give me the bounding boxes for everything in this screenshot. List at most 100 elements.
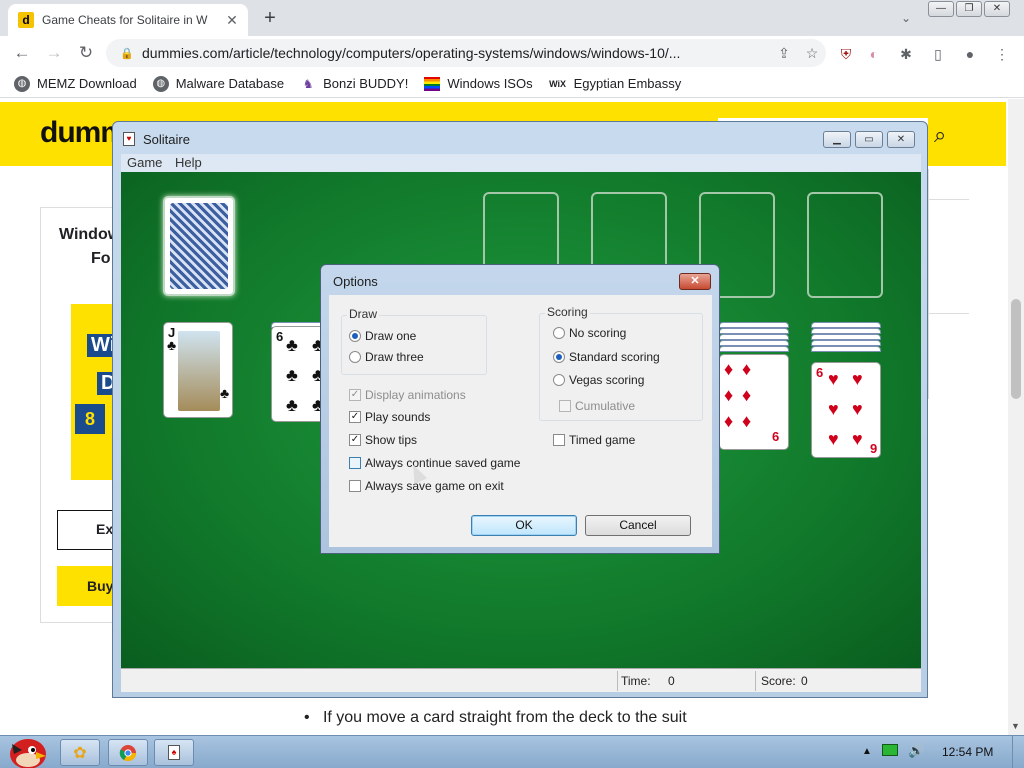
- ok-button[interactable]: OK: [471, 515, 577, 536]
- menu-game[interactable]: Game: [127, 155, 162, 170]
- solitaire-minimize-button[interactable]: ▁: [823, 131, 851, 148]
- no-scoring-radio[interactable]: No scoring: [553, 326, 626, 340]
- forward-button[interactable]: →: [42, 41, 66, 65]
- draw-one-radio[interactable]: Draw one: [349, 329, 416, 343]
- taskbar-explorer-button[interactable]: ✿: [60, 739, 100, 766]
- radio-selected-icon: [553, 351, 565, 363]
- menu-kebab-icon[interactable]: ⋮: [992, 44, 1012, 64]
- card-suit: ♥: [828, 369, 839, 389]
- angry-bird-start-icon: [10, 739, 46, 768]
- taskbar: ✿ ♠ ▲ 🔊 12:54 PM: [0, 735, 1024, 768]
- scroll-down-icon[interactable]: ▼: [1011, 721, 1020, 731]
- card-suit: ♣: [286, 335, 298, 355]
- side-panel-icon[interactable]: ▯: [928, 44, 948, 64]
- menu-help[interactable]: Help: [175, 155, 202, 170]
- card-suit: ♥: [852, 429, 863, 449]
- card-suit: ♥: [828, 399, 839, 419]
- bonzi-icon: ♞: [302, 76, 314, 91]
- new-tab-button[interactable]: +: [258, 6, 282, 30]
- right-column: [928, 169, 969, 399]
- stock-pile[interactable]: [163, 196, 235, 296]
- always-save-game-on-exit-checkbox[interactable]: Always save game on exit: [349, 479, 504, 493]
- card-suit: ♥: [852, 369, 863, 389]
- checkbox-label: Show tips: [365, 433, 418, 447]
- bookmark-windows-isos[interactable]: Windows ISOs: [424, 76, 533, 91]
- timed-game-checkbox[interactable]: Timed game: [553, 433, 635, 447]
- checkbox-checked-icon: ✓: [349, 411, 361, 423]
- standard-scoring-radio[interactable]: Standard scoring: [553, 350, 660, 364]
- checkbox-checked-icon: ✓: [349, 434, 361, 446]
- tab-strip: d Game Cheats for Solitaire in W ✕ + ⌄ —…: [0, 0, 1024, 36]
- card-rank: 6: [772, 429, 780, 444]
- show-desktop-button[interactable]: [1012, 736, 1024, 768]
- promo-subtitle: Fo: [91, 250, 111, 267]
- solitaire-titlebar[interactable]: ♥ Solitaire ▁ ▭ ✕: [113, 122, 927, 154]
- card-suit: ♦: [742, 385, 752, 405]
- card-suit: ♣: [167, 337, 177, 353]
- card-six-diamonds[interactable]: ♦ ♦ ♦ ♦ ♦ ♦ 6: [719, 354, 789, 450]
- article-text: If you move a card straight from the dec…: [322, 709, 687, 726]
- browser-tab[interactable]: d Game Cheats for Solitaire in W ✕: [8, 4, 248, 36]
- bookmark-egyptian-embassy[interactable]: WiX Egyptian Embassy: [549, 76, 682, 92]
- solitaire-title: Solitaire: [143, 132, 190, 147]
- checkbox-unchecked-icon: [349, 457, 361, 469]
- restore-button[interactable]: ❐: [956, 1, 982, 17]
- radio-label: Standard scoring: [569, 350, 660, 364]
- share-icon[interactable]: ⇪: [770, 45, 798, 62]
- clock[interactable]: 12:54 PM: [942, 745, 993, 759]
- bookmark-bonzi-buddy[interactable]: ♞ Bonzi BUDDY!: [300, 76, 409, 92]
- bookmark-star-icon[interactable]: ☆: [798, 45, 826, 62]
- cancel-button[interactable]: Cancel: [585, 515, 691, 536]
- back-button[interactable]: ←: [10, 41, 34, 65]
- checkbox-label: Cumulative: [575, 399, 636, 413]
- card-suit: ♥: [852, 399, 863, 419]
- extension-icon[interactable]: ◐: [864, 44, 884, 64]
- tab-search-chevron-icon[interactable]: ⌄: [896, 8, 916, 28]
- lock-icon[interactable]: 🔒: [120, 47, 134, 60]
- reload-button[interactable]: ↻: [74, 41, 98, 65]
- card-suit: ♦: [724, 385, 734, 405]
- radio-label: Draw three: [365, 350, 424, 364]
- window-close-button[interactable]: ✕: [984, 1, 1010, 17]
- taskbar-chrome-button[interactable]: [108, 739, 148, 766]
- foundation-slot-4[interactable]: [807, 192, 883, 298]
- card-nine-hearts[interactable]: 6 ♥ ♥ ♥ ♥ ♥ ♥ 9: [811, 362, 881, 458]
- volume-icon[interactable]: 🔊: [908, 743, 924, 759]
- bookmark-malware-database[interactable]: ◍ Malware Database: [152, 75, 284, 92]
- play-sounds-checkbox[interactable]: ✓ Play sounds: [349, 410, 430, 424]
- extensions-puzzle-icon[interactable]: ✱: [896, 44, 916, 64]
- chrome-icon: [119, 744, 137, 761]
- options-close-button[interactable]: ✕: [679, 273, 711, 290]
- extension-badge-icon[interactable]: ⛨: [836, 44, 856, 64]
- page-scrollbar[interactable]: ▼: [1008, 99, 1024, 735]
- bookmark-memz[interactable]: ◍ MEMZ Download: [14, 75, 137, 92]
- draw-group-label: Draw: [347, 307, 380, 321]
- solitaire-icon: ♠: [168, 745, 180, 760]
- status-separator: [755, 671, 756, 691]
- profile-avatar-icon[interactable]: ●: [960, 44, 980, 64]
- start-button[interactable]: [4, 732, 48, 768]
- battery-icon[interactable]: [882, 744, 898, 756]
- card-suit: ♣: [220, 385, 230, 401]
- vegas-scoring-radio[interactable]: Vegas scoring: [553, 373, 644, 387]
- bookmark-label: Windows ISOs: [447, 76, 533, 91]
- promo-title: Window: [59, 226, 121, 243]
- address-bar[interactable]: 🔒 dummies.com/article/technology/compute…: [106, 39, 826, 67]
- cumulative-checkbox: Cumulative: [559, 399, 635, 413]
- scrollbar-thumb[interactable]: [1011, 299, 1021, 399]
- checkbox-label: Display animations: [365, 388, 466, 402]
- card-jack-clubs[interactable]: J ♣ ♣: [163, 322, 233, 418]
- solitaire-maximize-button[interactable]: ▭: [855, 131, 883, 148]
- show-tips-checkbox[interactable]: ✓ Show tips: [349, 433, 417, 447]
- search-icon[interactable]: ⌕: [934, 122, 946, 148]
- solitaire-close-button[interactable]: ✕: [887, 131, 915, 148]
- taskbar-solitaire-button[interactable]: ♠: [154, 739, 194, 766]
- wix-icon: WiX: [549, 78, 567, 89]
- bookmark-label: Egyptian Embassy: [573, 76, 682, 91]
- minimize-button[interactable]: —: [928, 1, 954, 17]
- draw-three-radio[interactable]: Draw three: [349, 350, 424, 364]
- always-continue-saved-game-checkbox[interactable]: Always continue saved game: [349, 456, 520, 470]
- solitaire-app-icon: ♥: [123, 132, 135, 146]
- tab-close-icon[interactable]: ✕: [224, 12, 240, 28]
- tray-overflow-icon[interactable]: ▲: [862, 746, 872, 757]
